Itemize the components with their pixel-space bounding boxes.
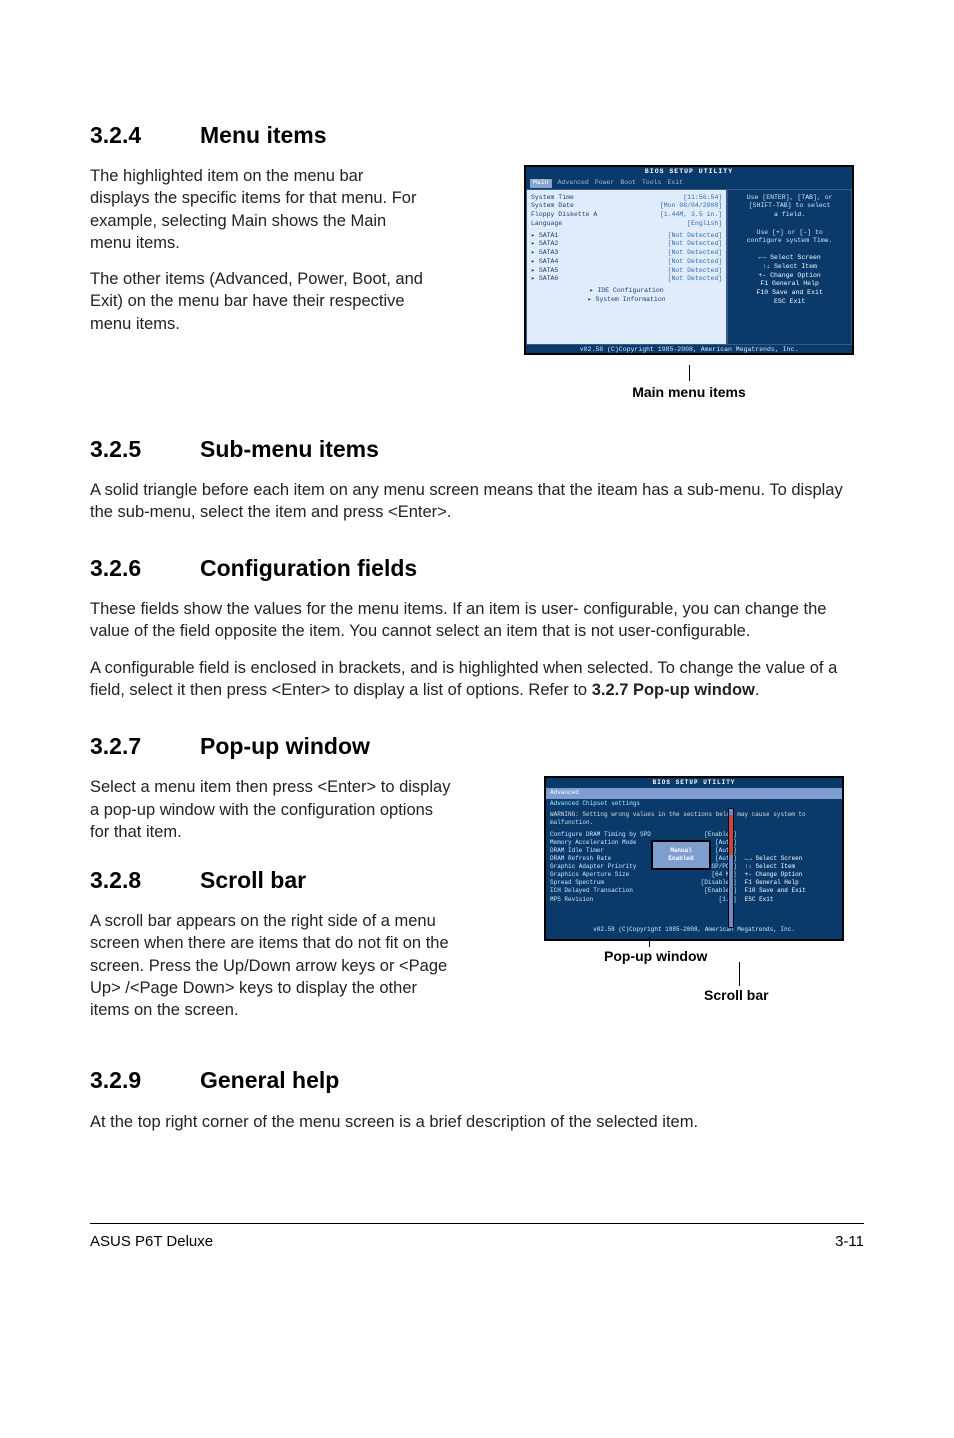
paragraph: A solid triangle before each item on any…	[90, 479, 864, 524]
paragraph: These fields show the values for the men…	[90, 598, 864, 643]
bios-screenshot-main: BIOS SETUP UTILITY Main Advanced Power B…	[524, 165, 854, 355]
bios-help: a field.	[732, 211, 847, 220]
bios-menu-selected: Advanced	[546, 788, 842, 798]
section-number: 3.2.6	[90, 553, 200, 584]
bios-screenshot-popup: BIOS SETUP UTILITY Advanced Advanced Chi…	[544, 776, 844, 941]
bios-scrollbar	[728, 808, 734, 928]
bios-menu-item: Advanced	[558, 179, 589, 188]
bios-row: System Date[Mon 08/04/2008]	[531, 202, 722, 211]
heading-general-help: 3.2.9General help	[90, 1065, 864, 1096]
scrollbar-thumb	[729, 815, 733, 855]
bios-menubar: Main Advanced Power Boot Tools Exit	[526, 178, 852, 189]
bios-menu-main: Main	[530, 179, 552, 188]
caption-scrollbar: Scroll bar	[704, 986, 864, 1005]
popup-option: Manual	[670, 847, 692, 855]
bios-row: Spread Spectrum[Disabled]	[550, 879, 737, 887]
bios-warning: WARNING: Setting wrong values in the sec…	[546, 809, 842, 829]
bios-help: [SHIFT-TAB] to select	[732, 202, 847, 211]
heading-menu-items: 3.2.4Menu items	[90, 120, 864, 151]
paragraph: The highlighted item on the menu bar dis…	[90, 165, 425, 254]
footer-right: 3-11	[835, 1232, 864, 1252]
bios-left-panel: Configure DRAM Timing by SPD[Enabled] Me…	[546, 829, 741, 925]
paragraph: A configurable field is enclosed in brac…	[90, 657, 864, 702]
section-number: 3.2.8	[90, 865, 200, 896]
page-footer: ASUS P6T Deluxe 3-11	[90, 1223, 864, 1252]
bios-row: System Time[11:56:54]	[531, 194, 722, 203]
heading-submenu-items: 3.2.5Sub-menu items	[90, 434, 864, 465]
caption-popup: Pop-up window	[604, 947, 864, 966]
bios-heading: Advanced Chipset settings	[546, 799, 842, 809]
section-title: Scroll bar	[200, 867, 306, 893]
bios-subitem: ▸ System Information	[531, 296, 722, 305]
section-title: Configuration fields	[200, 555, 417, 581]
heading-scroll-bar: 3.2.8Scroll bar	[90, 865, 455, 896]
popup-option: Enabled	[668, 855, 693, 863]
bios-sata-row: ▸ SATA6[Not Detected]	[531, 275, 722, 284]
bios-help: Use [ENTER], [TAB], or	[732, 194, 847, 203]
bios-keys-panel: ←→ Select Screen ↑↓ Select Item +- Chang…	[741, 829, 842, 925]
bios-row: Language[English]	[531, 220, 722, 229]
bios-help: configure system Time.	[732, 237, 847, 246]
paragraph: Select a menu item then press <Enter> to…	[90, 776, 455, 843]
bios-title: BIOS SETUP UTILITY	[546, 778, 842, 788]
section-number: 3.2.4	[90, 120, 200, 151]
bios-sata-row: ▸ SATA2[Not Detected]	[531, 240, 722, 249]
heading-config-fields: 3.2.6Configuration fields	[90, 553, 864, 584]
caption-main-menu: Main menu items	[632, 383, 746, 402]
section-number: 3.2.7	[90, 731, 200, 762]
section-title: Menu items	[200, 122, 327, 148]
bios-popup-options: Manual Enabled	[651, 840, 711, 870]
bios-row: Floppy Diskette A[1.44M, 3.5 in.]	[531, 211, 722, 220]
bios-footer: v02.58 (C)Copyright 1985-2008, American …	[526, 345, 852, 355]
bios-sata-row: ▸ SATA1[Not Detected]	[531, 232, 722, 241]
bios-menu-item: Boot	[620, 179, 636, 188]
bios-title: BIOS SETUP UTILITY	[526, 167, 852, 178]
bios-menu-item: Tools	[642, 179, 662, 188]
section-number: 3.2.5	[90, 434, 200, 465]
text: .	[755, 681, 760, 699]
paragraph: The other items (Advanced, Power, Boot, …	[90, 268, 425, 335]
heading-popup-window: 3.2.7Pop-up window	[90, 731, 864, 762]
section-number: 3.2.9	[90, 1065, 200, 1096]
paragraph: A scroll bar appears on the right side o…	[90, 910, 460, 1021]
bios-sata-row: ▸ SATA5[Not Detected]	[531, 267, 722, 276]
bold-ref: 3.2.7 Pop-up window	[592, 681, 755, 699]
section-title: Pop-up window	[200, 733, 370, 759]
section-title: Sub-menu items	[200, 436, 379, 462]
bios-help-panel: Use [ENTER], [TAB], or [SHIFT-TAB] to se…	[727, 189, 852, 345]
bios-menu-item: Power	[595, 179, 615, 188]
bios-row: Configure DRAM Timing by SPD[Enabled]	[550, 831, 737, 839]
bios-row: Graphics Aperture Size[64 MB]	[550, 871, 737, 879]
bios-row: MPS Revision[1.4]	[550, 896, 737, 904]
bios-menu-item: Exit	[667, 179, 683, 188]
footer-left: ASUS P6T Deluxe	[90, 1232, 213, 1252]
bios-left-panel: System Time[11:56:54] System Date[Mon 08…	[526, 189, 727, 345]
bios-help: Use [+] or [-] to	[732, 229, 847, 238]
bios-footer: v02.58 (C)Copyright 1985-2008, American …	[546, 925, 842, 935]
bios-subitem: ▸ IDE Configuration	[531, 287, 722, 296]
bios-row: ICH Delayed Transaction[Enabled]	[550, 887, 737, 895]
bios-sata-row: ▸ SATA3[Not Detected]	[531, 249, 722, 258]
section-title: General help	[200, 1067, 339, 1093]
bios-sata-row: ▸ SATA4[Not Detected]	[531, 258, 722, 267]
paragraph: At the top right corner of the menu scre…	[90, 1111, 864, 1133]
